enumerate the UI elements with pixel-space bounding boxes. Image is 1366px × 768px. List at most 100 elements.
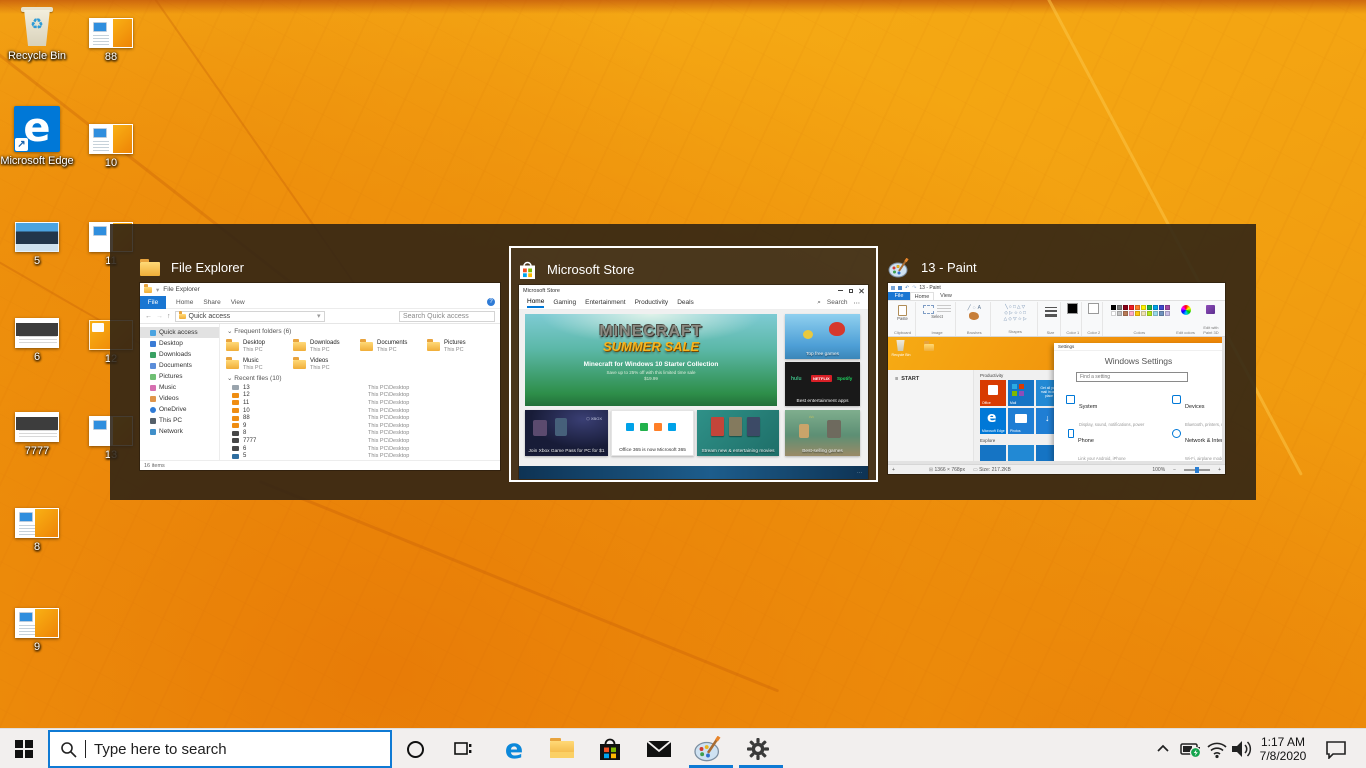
- shortcut-arrow-icon: ↗: [15, 138, 28, 151]
- microsoft-store-preview[interactable]: Microsoft Store Home Gaming Entertainmen…: [519, 285, 868, 479]
- cortana-button[interactable]: [393, 729, 437, 768]
- card-title: File Explorer: [171, 260, 244, 275]
- desktop-icon-edge[interactable]: e ↗ Microsoft Edge: [0, 106, 74, 168]
- folder-tile: VideosThis PC: [293, 355, 360, 373]
- thumb-lines: [93, 141, 109, 151]
- recycle-bin-mini-icon: [896, 340, 905, 351]
- start-button[interactable]: [0, 729, 48, 768]
- home-tab: Home: [176, 299, 193, 306]
- tile-xbox-game-pass: ⬡ XBOX Join Xbox Game Pass for PC for $1: [525, 410, 608, 456]
- zoom-in-icon: +: [1218, 467, 1221, 473]
- mini-status-bar: 16 items: [140, 460, 500, 470]
- zoom-level: 100%: [1152, 467, 1165, 473]
- palette-swatch: [1159, 311, 1164, 316]
- mini-ribbon-tabs: File Home View: [888, 292, 1225, 301]
- movie-poster: [711, 417, 724, 436]
- palette-swatch: [1159, 305, 1164, 310]
- task-view-button[interactable]: [441, 729, 485, 768]
- tray-clock[interactable]: 1:17 AM 7/8/2020: [1252, 729, 1314, 768]
- action-center-button[interactable]: [1318, 729, 1354, 768]
- file-tab: File: [888, 292, 910, 300]
- sidebar-item: Quick access: [140, 327, 219, 338]
- tile-top-free-games: Top free games: [785, 314, 860, 359]
- icon-label: 6: [0, 351, 74, 364]
- taskbar-settings-button[interactable]: [736, 729, 780, 768]
- share-tab: Share: [203, 299, 220, 306]
- recent-file-row: 5This PC\Desktop: [220, 452, 500, 460]
- search-input[interactable]: Type here to search: [48, 730, 392, 768]
- tray-date: 7/8/2020: [1260, 749, 1307, 763]
- palette-swatch: [1165, 305, 1170, 310]
- thumb-window: [93, 226, 107, 236]
- palette-swatch: [1123, 311, 1128, 316]
- desktop-icon-9[interactable]: 9: [0, 608, 74, 654]
- icon-label: 5: [0, 255, 74, 268]
- mini-titlebar: Microsoft Store: [519, 285, 868, 296]
- taskbar: Type here to search e: [0, 728, 1366, 768]
- tray-battery[interactable]: [1178, 729, 1204, 768]
- photos-tile: Photos: [1008, 408, 1034, 434]
- palette-swatch: [1111, 311, 1116, 316]
- undo-icon: ↶: [905, 285, 909, 291]
- address-text: Quick access: [189, 313, 231, 320]
- taskbar-edge-button[interactable]: e: [492, 729, 536, 768]
- palette-swatch: [1111, 305, 1116, 310]
- zoom-slider: [1184, 469, 1210, 471]
- sidebar-item: Desktop: [140, 338, 219, 349]
- mini-nav-tabs: Home Gaming Entertainment Productivity D…: [519, 296, 868, 310]
- thumb-orange: [35, 509, 58, 537]
- desktop-icon-5[interactable]: 5: [0, 222, 74, 268]
- palette-swatch: [1129, 305, 1134, 310]
- settings-item-phone: PhoneLink your Android, iPhone: [1066, 429, 1158, 464]
- recycle-symbol: ♻: [20, 17, 54, 32]
- network-icon: [1172, 429, 1181, 438]
- more-icon: ···: [857, 470, 862, 476]
- palette-swatch: [1129, 311, 1134, 316]
- taskbar-file-explorer-button[interactable]: [540, 729, 584, 768]
- image-group: Select Image: [919, 302, 956, 336]
- sidebar-item: Downloads: [140, 349, 219, 360]
- desktop-icon-7777[interactable]: 7777: [0, 412, 74, 458]
- text-caret: [85, 740, 86, 758]
- file-explorer-preview[interactable]: ▾ File Explorer File Home Share View ? ←…: [140, 283, 500, 470]
- taskbar-paint-button[interactable]: [686, 729, 730, 768]
- desktop-icon-6[interactable]: 6: [0, 318, 74, 364]
- tray-wifi[interactable]: [1204, 729, 1230, 768]
- alt-tab-card-paint[interactable]: 13 - Paint ↶ ↷ 13 - Paint File Home View: [880, 246, 1233, 482]
- folder-tile: DesktopThis PC: [226, 337, 293, 355]
- edge-icon: e: [505, 736, 523, 763]
- search-placeholder: Search Quick access: [403, 313, 469, 320]
- desktop-icon-recycle-bin[interactable]: ♻ Recycle Bin: [0, 5, 74, 63]
- taskbar-store-button[interactable]: [588, 729, 632, 768]
- settings-titlebar: Settings: [1054, 343, 1223, 351]
- productivity-header: Productivity: [980, 373, 1003, 378]
- explore-header: Explore: [980, 438, 995, 443]
- alt-tab-card-microsoft-store[interactable]: Microsoft Store Microsoft Store Home Gam…: [509, 246, 878, 482]
- recent-file-row: 9This PC\Desktop: [220, 422, 500, 430]
- alt-tab-card-file-explorer[interactable]: File Explorer ▾ File Explorer File Home …: [132, 246, 508, 482]
- forward-icon: →: [156, 313, 163, 320]
- card-title: 13 - Paint: [921, 260, 977, 275]
- desktop-icon-10[interactable]: 10: [74, 124, 148, 170]
- bird-art: [803, 330, 813, 339]
- taskbar-mail-button[interactable]: [637, 729, 681, 768]
- find-a-setting-box: Find a setting: [1076, 372, 1188, 382]
- paint-preview[interactable]: ↶ ↷ 13 - Paint File Home View Paste Clip…: [888, 283, 1225, 474]
- tile-office-365: Office 365 is now Microsoft 365: [611, 410, 694, 456]
- battery-icon: [1179, 738, 1203, 760]
- recent-file-row: 11This PC\Desktop: [220, 399, 500, 407]
- tray-show-hidden-icons[interactable]: [1150, 729, 1176, 768]
- view-tab: View: [231, 299, 245, 306]
- tile-caption: Best-selling games: [785, 449, 860, 454]
- paint-icon: [888, 258, 910, 278]
- desktop-icon-8[interactable]: 8: [0, 508, 74, 554]
- folder-tile: DownloadsThis PC: [293, 337, 360, 355]
- thumb-dark-band: [16, 323, 58, 336]
- mini-body: Quick access Desktop Downloads Documents…: [140, 324, 500, 460]
- desktop-icon-88[interactable]: 88: [74, 18, 148, 64]
- palette-swatch: [1165, 311, 1170, 316]
- thumb-orange: [113, 125, 132, 153]
- recent-file-row: 13This PC\Desktop: [220, 384, 500, 392]
- nav-gaming: Gaming: [553, 299, 576, 306]
- icon-label: 88: [74, 51, 148, 64]
